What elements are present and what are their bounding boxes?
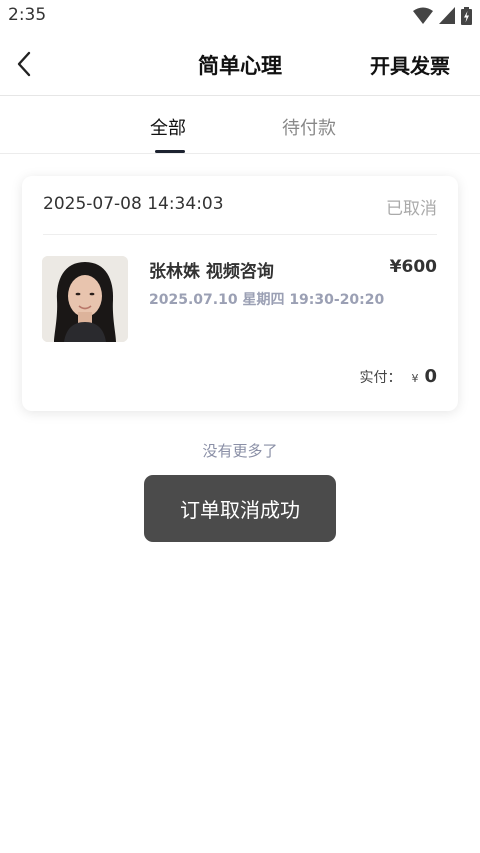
paid-amount: 0	[424, 366, 437, 387]
paid-amount-row: 实付： ¥ 0	[359, 366, 437, 387]
list-end-text: 没有更多了	[202, 442, 278, 460]
counselor-avatar	[42, 256, 128, 342]
nav-bar: 简单心理 开具发票	[0, 32, 480, 96]
order-price: ¥600	[389, 257, 437, 277]
battery-charging-icon	[461, 7, 472, 25]
status-icons	[413, 7, 472, 25]
order-tabs: 全部 待付款	[0, 97, 480, 154]
order-card[interactable]: 2025-07-08 14:34:03 已取消 张林姝 视频咨询 2025.07…	[22, 176, 458, 411]
order-status-badge: 已取消	[386, 199, 437, 219]
tab-all[interactable]: 全部	[150, 114, 186, 140]
tab-pending-payment[interactable]: 待付款	[282, 114, 336, 140]
order-created-time: 2025-07-08 14:34:03	[43, 194, 224, 214]
paid-label: 实付：	[359, 370, 402, 386]
active-tab-indicator	[155, 150, 185, 153]
wifi-icon	[413, 7, 433, 24]
status-time: 2:35	[8, 5, 47, 25]
card-divider	[43, 234, 437, 235]
paid-currency: ¥	[411, 372, 419, 385]
status-bar: 2:35	[0, 0, 480, 32]
issue-invoice-button[interactable]: 开具发票	[370, 50, 450, 79]
toast-message: 订单取消成功	[144, 475, 336, 542]
session-time: 2025.07.10 星期四 19:30-20:20	[149, 292, 385, 308]
counselor-portrait-icon	[42, 256, 128, 342]
signal-icon	[439, 7, 455, 24]
consultation-title: 张林姝 视频咨询	[149, 262, 274, 282]
